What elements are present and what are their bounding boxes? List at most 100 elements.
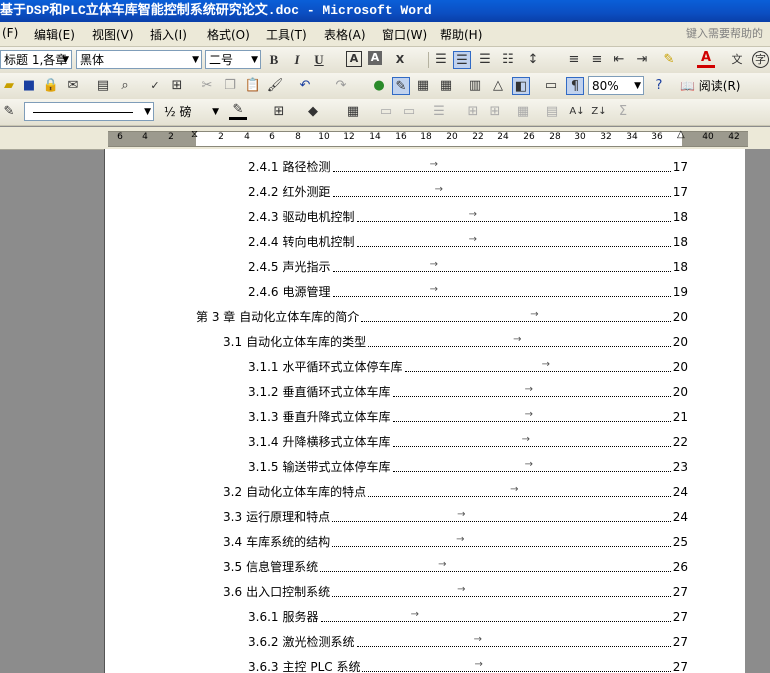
distribute-columns-icon[interactable]: ⊞: [486, 103, 504, 121]
toc-entry[interactable]: 2.4.4 转向电机控制 → 18: [248, 230, 688, 255]
split-cells-icon[interactable]: ▭: [400, 103, 418, 121]
help-icon[interactable]: ?: [650, 77, 668, 95]
spelling-icon[interactable]: ✓: [146, 77, 164, 95]
align-cell-icon[interactable]: ☰: [430, 103, 448, 121]
toc-entry[interactable]: 3.1.5 输送带式立体停车库 → 23: [248, 455, 688, 480]
columns-icon[interactable]: ▥: [466, 77, 484, 95]
toc-entry[interactable]: 3.4 车库系统的结构 → 25: [223, 530, 688, 555]
font-color-icon[interactable]: A: [697, 51, 715, 68]
undo-icon[interactable]: ↶: [296, 77, 314, 95]
menu-table[interactable]: 表格(A): [324, 26, 366, 43]
bold-icon[interactable]: B: [265, 51, 283, 69]
document-map-icon[interactable]: ◧: [512, 77, 530, 95]
toc-entry[interactable]: 3.5 信息管理系统 → 26: [223, 555, 688, 580]
open-icon[interactable]: ▰: [0, 77, 18, 95]
underline-icon[interactable]: U: [310, 51, 328, 69]
autosum-icon[interactable]: Σ: [614, 103, 632, 121]
merge-cells-icon[interactable]: ▭: [377, 103, 395, 121]
tables-borders-icon[interactable]: ✎: [392, 77, 410, 95]
distribute-rows-icon[interactable]: ⊞: [464, 103, 482, 121]
bullets-icon[interactable]: ≡: [588, 51, 606, 69]
text-direction-icon[interactable]: ▤: [543, 103, 561, 121]
phonetic-guide-icon[interactable]: 文: [728, 51, 746, 69]
distributed-align-icon[interactable]: ☷: [499, 51, 517, 69]
permission-icon[interactable]: 🔒: [42, 77, 60, 95]
font-size-dropdown[interactable]: 二号 ▼: [205, 50, 261, 69]
toc-entry[interactable]: 3.1 自动化立体车库的类型 → 20: [223, 330, 688, 355]
paste-icon[interactable]: 📋: [244, 77, 262, 95]
toc-entry[interactable]: 3.1.4 升降横移式立体车库 → 22: [248, 430, 688, 455]
toc-entry[interactable]: 2.4.5 声光指示 → 18: [248, 255, 688, 280]
line-spacing-icon[interactable]: ↕: [524, 51, 542, 69]
sort-descending-icon[interactable]: Z↓: [590, 103, 608, 121]
borders-icon[interactable]: ⊞: [270, 103, 288, 121]
drawing-icon[interactable]: △: [489, 77, 507, 95]
toc-entry[interactable]: 3.1.3 垂直升降式立体车库 → 21: [248, 405, 688, 430]
print-icon[interactable]: ▤: [94, 77, 112, 95]
insert-excel-icon[interactable]: ▦: [437, 77, 455, 95]
menu-help[interactable]: 帮助(H): [440, 26, 482, 43]
toc-entry[interactable]: 3.6.1 服务器 → 27: [248, 605, 688, 630]
line-style-dropdown[interactable]: ▼: [24, 102, 154, 121]
menu-edit[interactable]: 编辑(E): [34, 26, 75, 43]
align-center-icon[interactable]: ☰: [453, 51, 471, 69]
print-preview-icon[interactable]: ⌕: [116, 77, 134, 95]
numbering-icon[interactable]: ≡: [565, 51, 583, 69]
shading-color-icon[interactable]: ◆: [304, 103, 322, 121]
menu-format[interactable]: 格式(O): [207, 26, 250, 43]
menu-insert[interactable]: 插入(I): [150, 26, 187, 43]
zoom-dropdown[interactable]: 80% ▼: [588, 76, 644, 95]
toc-entry[interactable]: 3.1.1 水平循环式立体停车库 → 20: [248, 355, 688, 380]
line-weight-dropdown[interactable]: ½ 磅 ▼: [160, 102, 222, 121]
menu-window[interactable]: 窗口(W): [382, 26, 427, 43]
font-dropdown[interactable]: 黑体 ▼: [76, 50, 202, 69]
menu-tools[interactable]: 工具(T): [266, 26, 307, 43]
hyperlink-icon[interactable]: ●: [370, 77, 388, 95]
toc-entry[interactable]: 3.1.2 垂直循环式立体车库 → 20: [248, 380, 688, 405]
menu-file[interactable]: (F): [2, 26, 18, 40]
help-search-input[interactable]: 键入需要帮助的: [686, 25, 770, 42]
right-indent-marker-icon[interactable]: △: [677, 129, 685, 140]
toc-entry-page: 20: [672, 310, 688, 324]
toc-entry[interactable]: 3.6.3 主控 PLC 系统 → 27: [248, 655, 688, 673]
save-icon[interactable]: ■: [20, 77, 38, 95]
ime-icon[interactable]: ▭: [542, 77, 560, 95]
horizontal-ruler[interactable]: 6 4 2 ⧖ 2 4 6 8 10 12 14 16 18 20 22 24 …: [0, 127, 770, 150]
decrease-indent-icon[interactable]: ⇤: [610, 51, 628, 69]
insert-table-menu-icon[interactable]: ▦: [344, 103, 362, 121]
insert-table-icon[interactable]: ▦: [414, 77, 432, 95]
cut-icon[interactable]: ✂: [198, 77, 216, 95]
border-color-icon[interactable]: ✎: [229, 103, 247, 120]
toc-entry[interactable]: 3.6.2 激光检测系统 → 27: [248, 630, 688, 655]
align-right-icon[interactable]: ☰: [476, 51, 494, 69]
toc-entry[interactable]: 3.2 自动化立体车库的特点 → 24: [223, 480, 688, 505]
toc-entry[interactable]: 3.6 出入口控制系统 → 27: [223, 580, 688, 605]
char-shading-icon[interactable]: A: [368, 51, 382, 65]
toc-entry[interactable]: 2.4.1 路径检测 → 17: [248, 155, 688, 180]
toc-entry[interactable]: 2.4.6 电源管理 → 19: [248, 280, 688, 305]
sort-ascending-icon[interactable]: A↓: [568, 103, 586, 121]
highlight-icon[interactable]: ✎: [660, 51, 678, 69]
table-autoformat-icon[interactable]: ▦: [514, 103, 532, 121]
document-page[interactable]: 2.4.1 路径检测 → 17 2.4.2 红外测距 → 17 2.4.3 驱动电机控制 → 18 2.…: [104, 149, 746, 673]
char-border-icon[interactable]: A: [346, 51, 362, 67]
format-painter-icon[interactable]: 🖌: [266, 77, 284, 95]
show-hide-icon[interactable]: ¶: [566, 77, 584, 95]
style-dropdown[interactable]: 标题 1,各章 ▼: [0, 50, 72, 69]
increase-indent-icon[interactable]: ⇥: [633, 51, 651, 69]
toc-entry-title: 服务器: [282, 610, 319, 624]
research-icon[interactable]: ⊞: [168, 77, 186, 95]
toc-entry[interactable]: 第 3 章自动化立体车库的简介 → 20: [196, 305, 688, 330]
toc-entry-title: 转向电机控制: [282, 235, 355, 249]
char-scale-icon[interactable]: X: [391, 51, 409, 69]
email-icon[interactable]: ✉: [64, 77, 82, 95]
indent-marker-icon[interactable]: ⧖: [191, 129, 198, 140]
read-mode-button[interactable]: 📖 阅读(R): [680, 76, 740, 96]
redo-icon[interactable]: ↷: [332, 77, 350, 95]
menu-view[interactable]: 视图(V): [92, 26, 134, 43]
copy-icon[interactable]: ❐: [221, 77, 239, 95]
enclose-char-icon[interactable]: 字: [752, 51, 769, 68]
italic-icon[interactable]: I: [288, 51, 306, 69]
align-justify-icon[interactable]: ☰: [432, 51, 450, 69]
draw-table-icon[interactable]: ✎: [0, 103, 18, 121]
